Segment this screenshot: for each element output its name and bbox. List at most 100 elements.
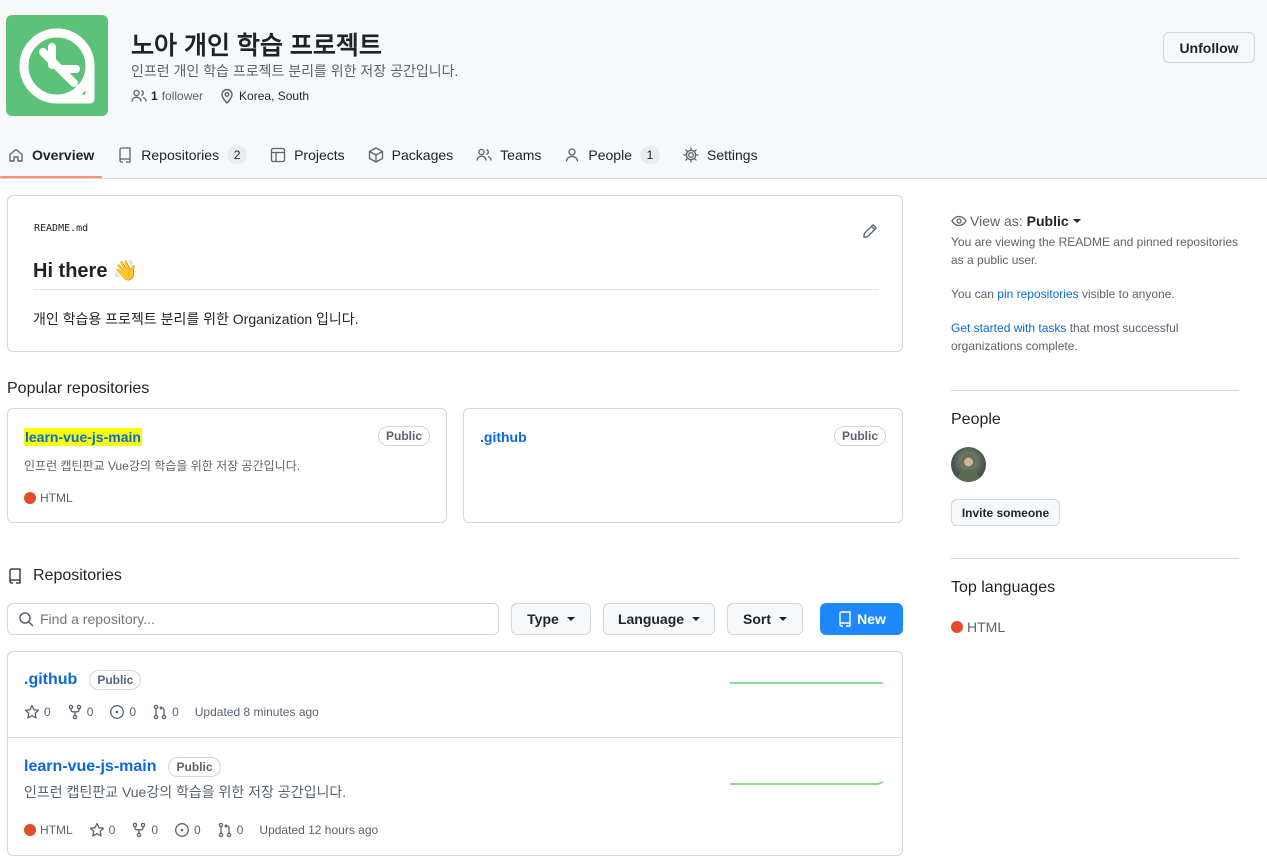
org-header: 노아 개인 학습 프로젝트 인프런 개인 학습 프로젝트 분리를 위한 저장 공… [0, 0, 1267, 179]
org-logo [6, 15, 108, 116]
tab-label: Settings [706, 147, 758, 163]
org-description: 인프런 개인 학습 프로젝트 분리를 위한 저장 공간입니다. [131, 63, 459, 79]
tab-settings[interactable]: Settings [675, 135, 766, 175]
tab-label: People [588, 147, 632, 163]
repo-link[interactable]: .github [24, 671, 77, 689]
search-placeholder: Find a repository... [40, 611, 155, 627]
followers-label: follower [161, 89, 204, 103]
home-icon [9, 148, 23, 162]
repo-icon [9, 568, 21, 584]
followers-link[interactable]: 1 follower [131, 88, 203, 104]
caret-down-icon [692, 617, 701, 621]
avatar[interactable] [951, 447, 986, 482]
forks-link[interactable]: 0 [67, 704, 94, 720]
issues-count: 0 [129, 705, 137, 719]
unfollow-button[interactable]: Unfollow [1163, 32, 1255, 63]
repository-list: .github Public 0 0 0 0 Updated 8 minutes… [7, 651, 903, 856]
tab-overview[interactable]: Overview [0, 135, 103, 178]
pin-prefix: You can [951, 287, 998, 301]
leaf-icon [19, 28, 95, 103]
visibility-badge: Public [168, 757, 221, 777]
repositories-section-title: Repositories [7, 567, 122, 585]
pulls-link[interactable]: 0 [152, 704, 179, 720]
pinned-repo-link[interactable]: learn-vue-js-main [24, 428, 142, 446]
issues-link[interactable]: 0 [109, 704, 136, 720]
language-filter-label: Language [617, 611, 685, 627]
visibility-badge: Public [377, 426, 430, 446]
pinned-repo-link[interactable]: .github [480, 429, 527, 445]
tab-teams[interactable]: Teams [468, 135, 549, 175]
list-item: .github Public 0 0 0 0 Updated 8 minutes… [8, 652, 902, 737]
gear-icon [683, 147, 699, 163]
pinned-repo-description: 인프런 캡틴판교 Vue강의 학습을 위한 저장 공간입니다. [24, 459, 301, 473]
forks-count: 0 [151, 823, 159, 837]
followers-count: 1 [151, 89, 158, 103]
repo-link[interactable]: learn-vue-js-main [24, 758, 156, 776]
type-filter-button[interactable]: Type [511, 603, 591, 635]
visibility-badge: Public [833, 426, 886, 446]
updated-time: Updated 8 minutes ago [194, 705, 319, 719]
repo-language: HTML [24, 491, 73, 505]
stars-count: 0 [108, 823, 116, 837]
type-filter-label: Type [527, 611, 559, 627]
activity-sparkline [730, 781, 884, 785]
repo-icon [119, 147, 131, 163]
caret-down-icon [779, 617, 787, 621]
get-started-link[interactable]: Get started with tasks [951, 321, 1066, 335]
pulls-count: 0 [172, 705, 179, 719]
edit-readme-button[interactable] [862, 223, 878, 244]
tab-label: Projects [294, 147, 345, 163]
issues-count: 0 [194, 823, 201, 837]
repository-search-input[interactable]: Find a repository... [7, 603, 499, 635]
tab-repositories[interactable]: Repositories 2 [109, 135, 255, 175]
top-languages-title: Top languages [951, 579, 1056, 596]
new-repository-button[interactable]: New [820, 603, 903, 635]
repo-name-row: learn-vue-js-main Public [24, 757, 221, 777]
readme-card: README.md Hi there 👋 개인 학습용 프로젝트 분리를 위한 … [7, 195, 903, 352]
tab-projects[interactable]: Projects [262, 135, 353, 175]
issues-link[interactable]: 0 [174, 822, 201, 838]
caret-down-icon [1072, 219, 1081, 223]
top-language-item[interactable]: HTML [951, 619, 1005, 635]
readme-body: 개인 학습용 프로젝트 분리를 위한 Organization 입니다. [33, 311, 359, 327]
pinned-repo-name: learn-vue-js-main [24, 428, 142, 446]
forks-link[interactable]: 0 [131, 822, 158, 838]
repo-meta: HTML 0 0 0 0 Updated 12 hours ago [24, 822, 394, 838]
readme-heading: Hi there 👋 [33, 260, 138, 282]
tab-label: Teams [500, 147, 542, 163]
invite-someone-button[interactable]: Invite someone [951, 499, 1060, 526]
pin-repositories-link[interactable]: pin repositories [997, 287, 1078, 301]
tab-label: Overview [32, 147, 95, 163]
pulls-link[interactable]: 0 [217, 822, 243, 838]
repositories-title-text: Repositories [33, 567, 122, 584]
new-repository-label: New [857, 611, 886, 627]
sort-button[interactable]: Sort [727, 603, 803, 635]
people-title: People [951, 411, 1001, 428]
stars-link[interactable]: 0 [89, 822, 116, 838]
search-icon [19, 612, 34, 627]
get-started-text: Get started with tasks that most success… [951, 319, 1239, 355]
pull-request-icon [218, 822, 231, 838]
view-as-toggle[interactable]: View as: Public [951, 213, 1239, 229]
star-icon [89, 822, 104, 837]
visibility-badge: Public [89, 670, 142, 690]
tab-packages[interactable]: Packages [360, 135, 461, 175]
member-avatar-image [957, 454, 980, 482]
issue-icon [175, 823, 189, 837]
sort-label: Sort [743, 611, 771, 627]
view-as-value: Public [1026, 213, 1069, 229]
language-filter-button[interactable]: Language [603, 603, 715, 635]
view-as-description: You are viewing the README and pinned re… [951, 235, 1239, 267]
pin-repositories-text: You can pin repositories visible to anyo… [951, 285, 1239, 303]
location: Korea, South [219, 88, 309, 104]
org-name: 노아 개인 학습 프로젝트 [131, 32, 382, 60]
location-text: Korea, South [239, 89, 310, 103]
stars-link[interactable]: 0 [24, 704, 51, 720]
forks-count: 0 [86, 705, 94, 719]
caret-down-icon [566, 617, 575, 621]
eye-icon [951, 215, 967, 227]
tab-people[interactable]: People 1 [556, 135, 668, 175]
repo-description: 인프런 캡틴판교 Vue강의 학습을 위한 저장 공간입니다. [24, 784, 347, 800]
fork-icon [68, 704, 81, 720]
org-nav-tabs: Overview Repositories 2 Projects Package… [0, 135, 773, 179]
